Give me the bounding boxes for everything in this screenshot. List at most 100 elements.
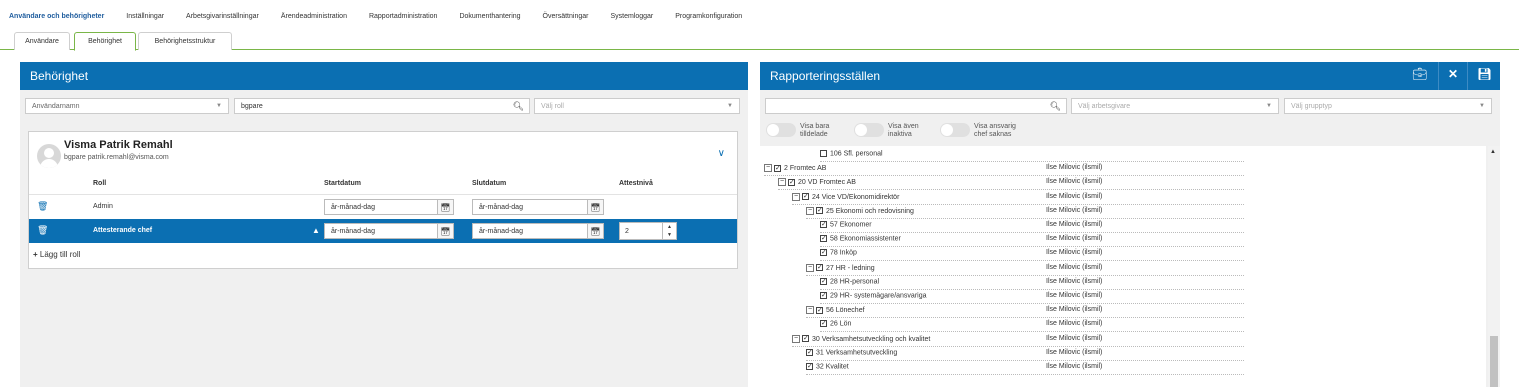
collapse-icon[interactable]: −: [792, 334, 800, 343]
end-date-value: år-månad-dag: [479, 227, 523, 235]
checkbox-checked[interactable]: ✓: [806, 363, 813, 370]
checkbox-checked[interactable]: ✓: [820, 277, 827, 285]
scrollbar[interactable]: ▲: [1488, 146, 1500, 387]
collapse-icon[interactable]: −: [764, 164, 772, 173]
tree-node-manager: Ilse Milovic (ilsmil): [1046, 206, 1103, 214]
toggle-no-manager[interactable]: [940, 123, 970, 137]
tree-node-label: 27 HR - ledning: [826, 264, 875, 272]
checkbox-checked[interactable]: ✓: [820, 249, 827, 257]
tree-node[interactable]: − ✓ 27 HR - ledning: [806, 263, 875, 272]
tree-node[interactable]: ✓ 32 Kvalitet: [806, 363, 849, 370]
employer-select[interactable]: Välj arbetsgivare ▼: [1071, 98, 1279, 114]
add-role-button[interactable]: + Lägg till roll: [33, 250, 80, 259]
table-row-selected[interactable]: 🗑︎ Attesterande chef ▲ år-månad-dag 📅︎ å…: [29, 219, 737, 243]
role-name: Attesterande chef: [93, 227, 153, 234]
checkbox-unchecked[interactable]: [820, 150, 827, 157]
collapse-icon[interactable]: −: [806, 263, 814, 272]
nav-employer-settings[interactable]: Arbetsgivarinställningar: [186, 13, 259, 20]
permissions-panel: Behörighet Användarnamn ▼ bgpare 🔍︎ Välj…: [20, 62, 748, 387]
chevron-down-icon[interactable]: ∨: [718, 148, 725, 159]
checkbox-checked[interactable]: ✓: [816, 264, 823, 272]
trash-icon[interactable]: 🗑︎: [37, 201, 48, 212]
checkbox-checked[interactable]: ✓: [820, 292, 827, 299]
nav-translations[interactable]: Översättningar: [543, 13, 589, 20]
briefcase-icon[interactable]: 💼︎: [1412, 67, 1427, 81]
search-input[interactable]: bgpare 🔍︎: [234, 98, 530, 114]
trash-icon[interactable]: 🗑︎: [37, 225, 48, 236]
checkbox-checked[interactable]: ✓: [820, 221, 827, 228]
tree-node[interactable]: ✓ 58 Ekonomiassistenter: [820, 235, 901, 243]
role-name: Admin: [93, 203, 113, 210]
table-row[interactable]: 🗑︎ Admin år-månad-dag 📅︎ år-månad-dag 📅︎: [29, 194, 737, 218]
end-date-input[interactable]: år-månad-dag 📅︎: [472, 199, 604, 215]
role-select[interactable]: Välj roll ▼: [534, 98, 740, 114]
start-date-input[interactable]: år-månad-dag 📅︎: [324, 223, 454, 239]
tree-node[interactable]: − ✓ 56 Lönechef: [806, 306, 865, 315]
checkbox-checked[interactable]: ✓: [806, 348, 813, 356]
tree-node[interactable]: ✓ 29 HR- systemägare/ansvariga: [820, 292, 927, 299]
calendar-icon[interactable]: 📅︎: [437, 200, 453, 214]
attest-level-stepper[interactable]: 2 ▲ ▼: [619, 222, 677, 240]
checkbox-checked[interactable]: ✓: [820, 320, 827, 328]
collapse-icon[interactable]: −: [778, 178, 786, 187]
scrollbar-thumb[interactable]: [1490, 336, 1498, 387]
scroll-up-icon[interactable]: ▲: [1490, 149, 1496, 155]
grouptype-placeholder: Välj grupptyp: [1291, 102, 1332, 110]
tree-node[interactable]: ✓ 57 Ekonomer: [820, 221, 872, 228]
checkbox-checked[interactable]: ✓: [788, 178, 795, 186]
tree-node-label: 24 Vice VD/Ekonomidirektör: [812, 193, 900, 201]
collapse-icon[interactable]: −: [806, 306, 814, 315]
row-divider: [806, 217, 1244, 219]
checkbox-checked[interactable]: ✓: [816, 207, 823, 215]
tree-node[interactable]: − ✓ 20 VD Fromtec AB: [778, 178, 856, 187]
collapse-icon[interactable]: −: [806, 206, 814, 215]
tree-node[interactable]: ✓ 28 HR-personal: [820, 277, 879, 285]
checkbox-checked[interactable]: ✓: [774, 164, 781, 172]
checkbox-checked[interactable]: ✓: [820, 235, 827, 243]
calendar-icon[interactable]: 📅︎: [437, 224, 453, 238]
toggle-inactive[interactable]: [854, 123, 884, 137]
tree-node-manager: Ilse Milovic (ilsmil): [1046, 263, 1103, 271]
tree-node[interactable]: − ✓ 25 Ekonomi och redovisning: [806, 206, 914, 215]
tree-node[interactable]: − ✓ 24 Vice VD/Ekonomidirektör: [792, 192, 900, 201]
checkbox-checked[interactable]: ✓: [802, 193, 809, 201]
stepper-arrows-icon[interactable]: ▲ ▼: [662, 223, 676, 239]
collapse-icon[interactable]: −: [792, 192, 800, 201]
close-icon[interactable]: ✕: [1448, 67, 1458, 81]
row-divider: [820, 331, 1244, 333]
tree-node[interactable]: ✓ 26 Lön: [820, 320, 851, 328]
tree-node-manager: Ilse Milovic (ilsmil): [1046, 277, 1103, 285]
tree-node[interactable]: ✓ 31 Verksamhetsutveckling: [806, 348, 897, 356]
checkbox-checked[interactable]: ✓: [802, 335, 809, 343]
nav-users-permissions[interactable]: Användare och behörigheter: [9, 13, 104, 20]
nav-settings[interactable]: Inställningar: [126, 13, 164, 20]
grouptype-select[interactable]: Välj grupptyp ▼: [1284, 98, 1492, 114]
checkbox-checked[interactable]: ✓: [816, 306, 823, 314]
search-icon[interactable]: 🔍︎: [1050, 101, 1061, 112]
tree-node[interactable]: − ✓ 2 Fromtec AB: [764, 164, 826, 173]
toggle-only-assigned[interactable]: [766, 123, 796, 137]
user-details: bgpare patrik.remahl@visma.com: [64, 154, 169, 161]
nav-program-config[interactable]: Programkonfiguration: [675, 13, 742, 20]
calendar-icon[interactable]: 📅︎: [587, 224, 603, 238]
save-icon[interactable]: 💾︎: [1477, 67, 1492, 81]
tab-users[interactable]: Användare: [14, 32, 70, 50]
tab-permission-structure[interactable]: Behörighetsstruktur: [138, 32, 232, 50]
tree-node-manager: Ilse Milovic (ilsmil): [1046, 178, 1103, 186]
tree-node[interactable]: − ✓ 30 Verksamhetsutveckling och kvalitet: [792, 334, 930, 343]
start-date-value: år-månad-dag: [331, 227, 375, 235]
nav-case-admin[interactable]: Ärendeadministration: [281, 13, 347, 20]
toggle-no-manager-label: Visa ansvarig chef saknas: [974, 123, 1016, 138]
user-field-select[interactable]: Användarnamn ▼: [25, 98, 229, 114]
calendar-icon[interactable]: 📅︎: [587, 200, 603, 214]
end-date-input[interactable]: år-månad-dag 📅︎: [472, 223, 604, 239]
nav-report-admin[interactable]: Rapportadministration: [369, 13, 437, 20]
tree-node[interactable]: 106 Sfl. personal: [820, 150, 883, 157]
search-icon[interactable]: 🔍︎: [513, 101, 524, 112]
tree-node[interactable]: ✓ 78 Inköp: [820, 249, 857, 257]
nav-system-logs[interactable]: Systemloggar: [610, 13, 653, 20]
nav-document-management[interactable]: Dokumenthantering: [459, 13, 520, 20]
start-date-input[interactable]: år-månad-dag 📅︎: [324, 199, 454, 215]
tree-search-input[interactable]: 🔍︎: [765, 98, 1067, 114]
tab-permissions[interactable]: Behörighet: [74, 32, 136, 51]
